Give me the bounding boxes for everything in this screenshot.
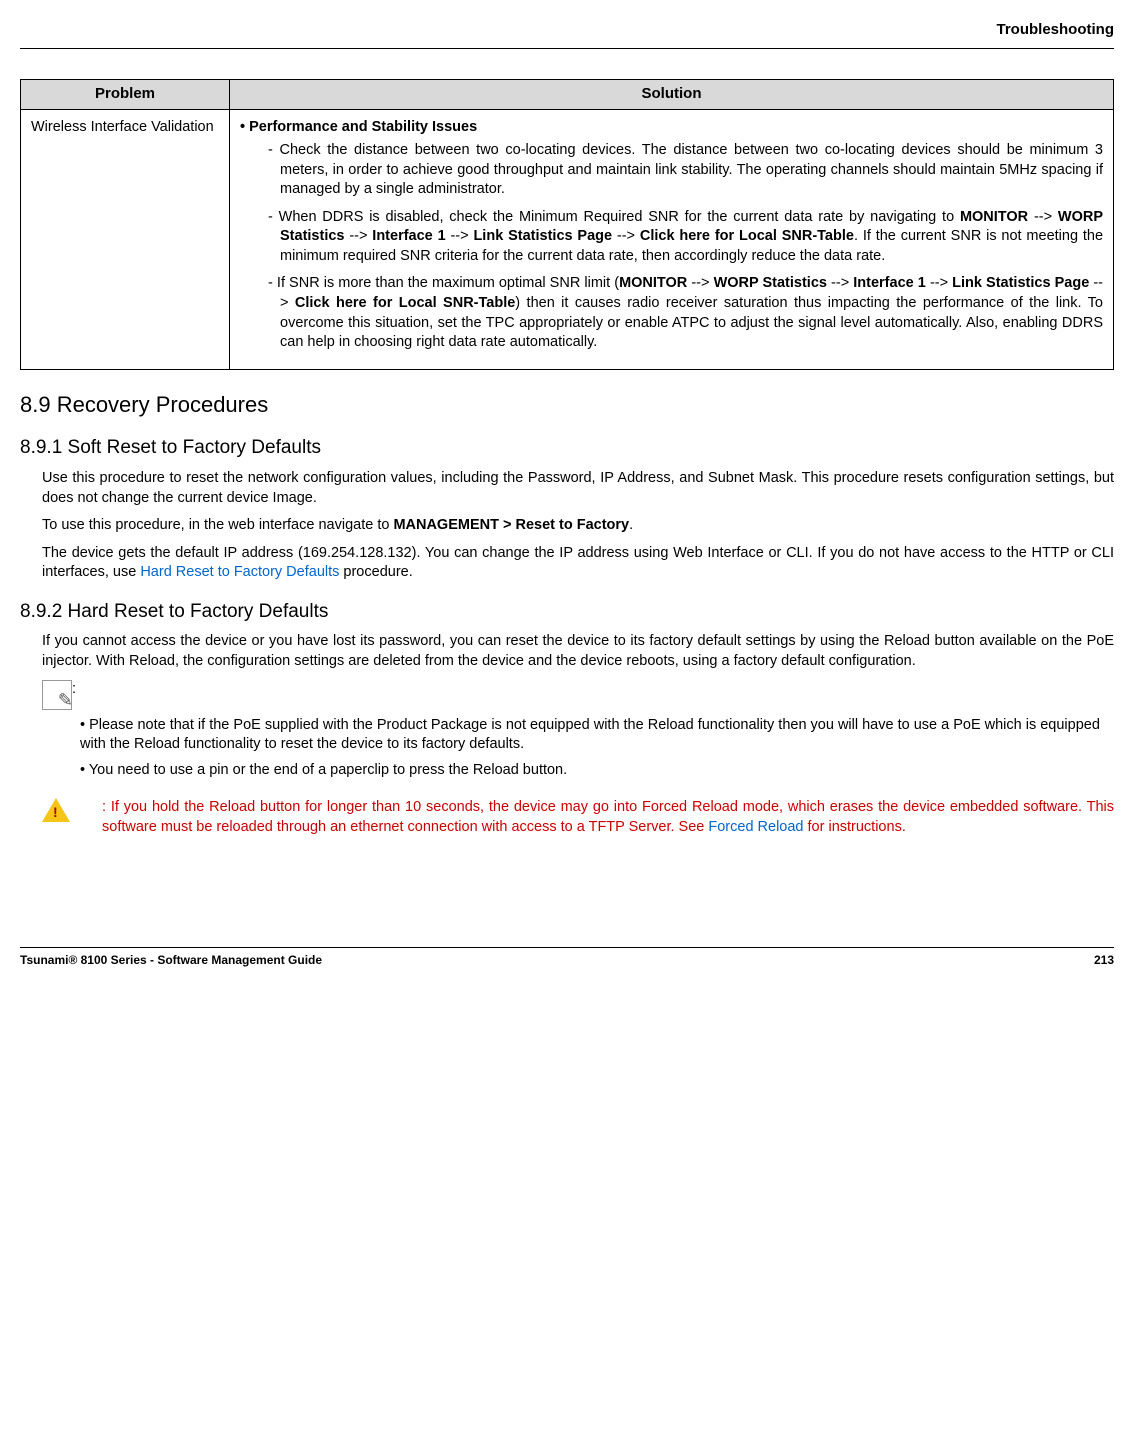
section-8-9-title: 8.9 Recovery Procedures bbox=[20, 390, 1114, 420]
warning-block: : If you hold the Reload button for long… bbox=[42, 798, 1114, 837]
warning-text: : If you hold the Reload button for long… bbox=[102, 799, 1114, 835]
section-8-9-1-title: 8.9.1 Soft Reset to Factory Defaults bbox=[20, 435, 1114, 461]
th-solution: Solution bbox=[230, 80, 1114, 109]
link-forced-reload[interactable]: Forced Reload bbox=[708, 819, 803, 835]
paragraph: Use this procedure to reset the network … bbox=[42, 469, 1114, 508]
footer-left: Tsunami® 8100 Series - Software Manageme… bbox=[20, 953, 322, 967]
table-row: Wireless Interface Validation • Performa… bbox=[21, 109, 1114, 369]
warning-icon bbox=[42, 798, 70, 822]
note-list: • Please note that if the PoE supplied w… bbox=[80, 716, 1114, 781]
note-icon bbox=[42, 680, 72, 710]
solution-item-2: - When DDRS is disabled, check the Minim… bbox=[268, 208, 1103, 267]
solution-item-1: - Check the distance between two co-loca… bbox=[268, 141, 1103, 200]
solution-item-3: - If SNR is more than the maximum optima… bbox=[268, 274, 1103, 352]
bullet-heading: • Performance and Stability Issues bbox=[240, 118, 1103, 138]
note-item: • Please note that if the PoE supplied w… bbox=[80, 716, 1114, 755]
cell-problem: Wireless Interface Validation bbox=[21, 109, 230, 369]
footer-rule bbox=[20, 947, 1114, 948]
th-problem: Problem bbox=[21, 80, 230, 109]
paragraph: If you cannot access the device or you h… bbox=[42, 632, 1114, 671]
page-header-title: Troubleshooting bbox=[20, 20, 1114, 40]
note-item: • You need to use a pin or the end of a … bbox=[80, 761, 1114, 781]
link-hard-reset[interactable]: Hard Reset to Factory Defaults bbox=[140, 564, 339, 580]
paragraph: To use this procedure, in the web interf… bbox=[42, 516, 1114, 536]
header-rule bbox=[20, 48, 1114, 49]
page-footer: Tsunami® 8100 Series - Software Manageme… bbox=[20, 952, 1114, 968]
troubleshooting-table: Problem Solution Wireless Interface Vali… bbox=[20, 79, 1114, 369]
footer-page-number: 213 bbox=[1094, 952, 1114, 968]
paragraph: The device gets the default IP address (… bbox=[42, 544, 1114, 583]
section-8-9-2-title: 8.9.2 Hard Reset to Factory Defaults bbox=[20, 599, 1114, 625]
cell-solution: • Performance and Stability Issues - Che… bbox=[230, 109, 1114, 369]
